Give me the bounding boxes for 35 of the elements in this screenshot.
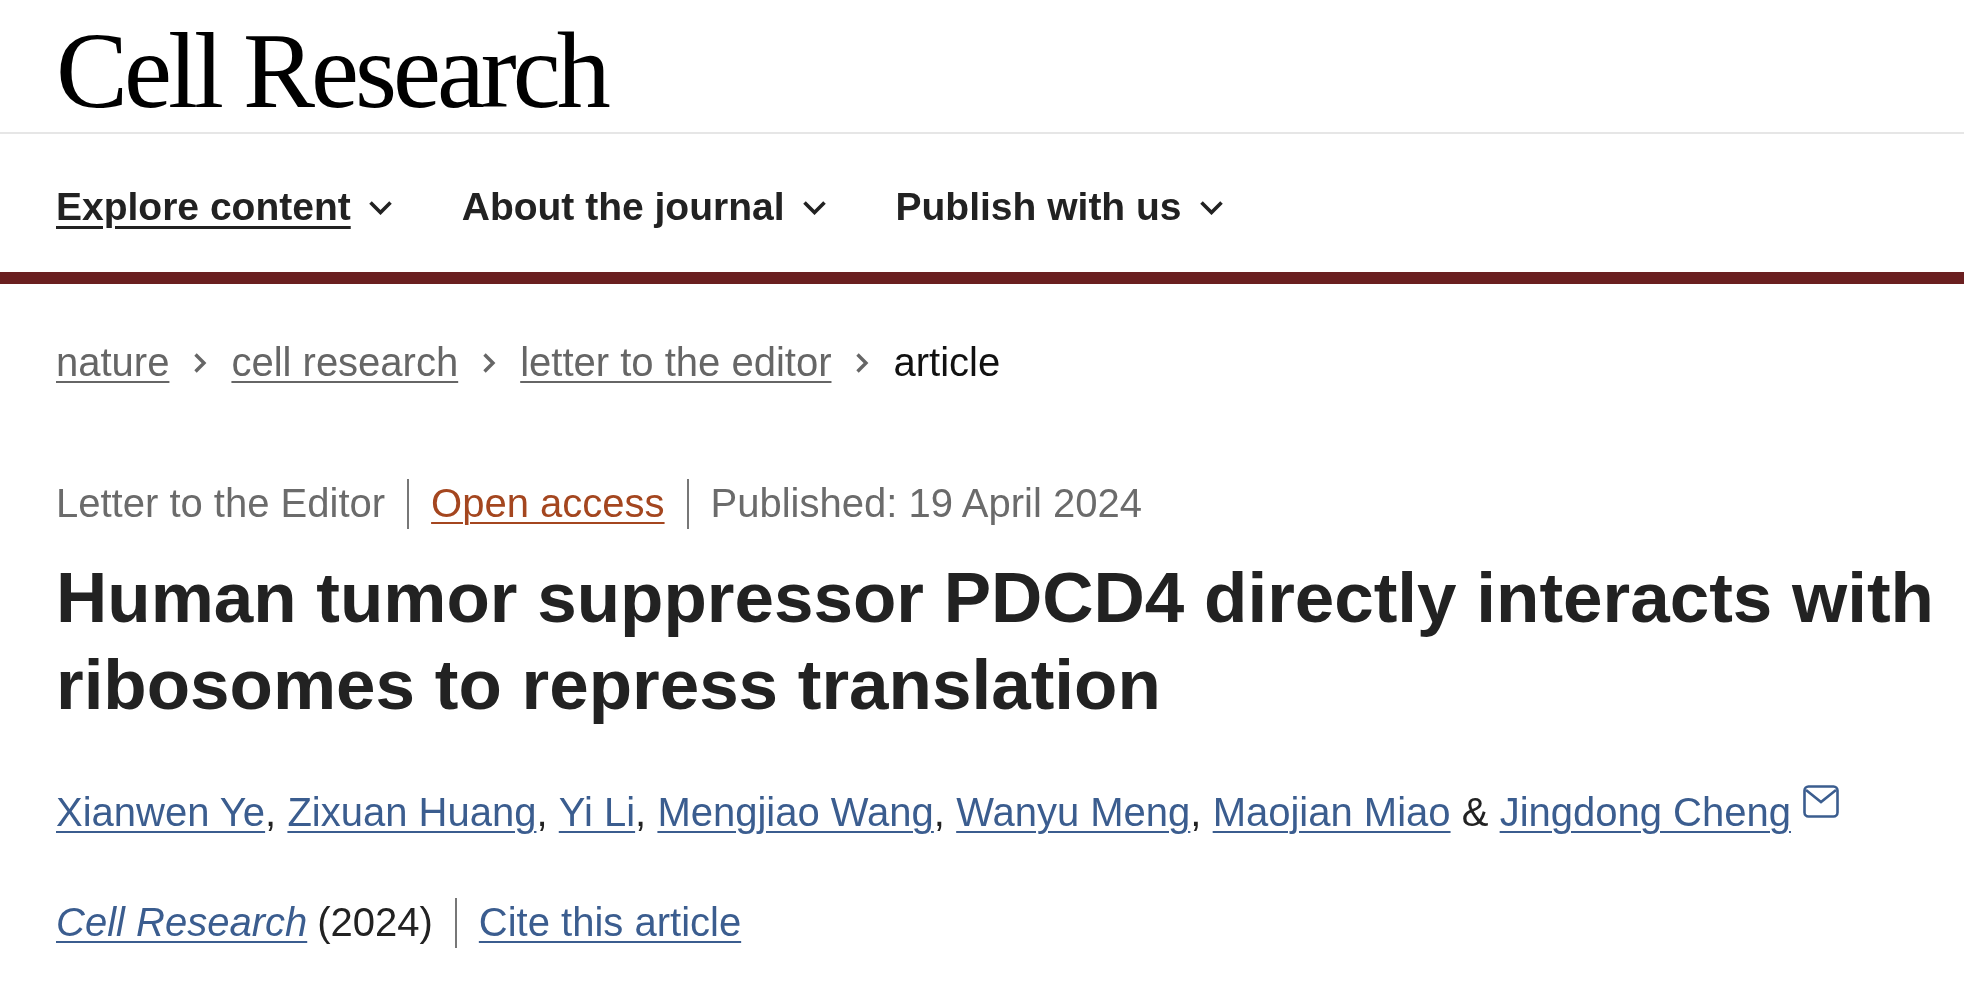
author-separator: ,	[536, 790, 548, 834]
chevron-down-icon	[1198, 199, 1224, 215]
breadcrumb-link[interactable]: cell research	[231, 334, 459, 391]
breadcrumb-link[interactable]: letter to the editor	[520, 334, 832, 391]
author-link[interactable]: Jingdong Cheng	[1499, 790, 1791, 834]
publication-year: (2024)	[317, 899, 433, 946]
journal-logo[interactable]: Cell Research	[56, 17, 607, 125]
author-separator: ,	[265, 790, 277, 834]
chevron-right-icon	[855, 351, 870, 374]
author-link[interactable]: Yi Li	[558, 790, 636, 834]
journal-link[interactable]: Cell Research	[56, 894, 308, 951]
article-type: Letter to the Editor	[56, 480, 386, 527]
author-link[interactable]: Wanyu Meng	[956, 790, 1191, 834]
publication-date: Published: 19 April 2024	[710, 480, 1142, 527]
author-link[interactable]: Maojian Miao	[1212, 790, 1451, 834]
article-title: Human tumor suppressor PDCD4 directly interacts with ribosomes to repress translation	[56, 557, 1935, 726]
nav-menu-button[interactable]: About the journal	[461, 181, 827, 233]
mail-icon[interactable]	[1803, 785, 1839, 818]
author-link[interactable]: Mengjiao Wang	[657, 790, 934, 834]
author-link[interactable]: Zixuan Huang	[287, 790, 537, 834]
chevron-right-icon	[193, 351, 208, 374]
nav-menu-button[interactable]: Publish with us	[895, 181, 1224, 233]
breadcrumb-current: article	[893, 339, 1001, 386]
chevron-down-icon	[801, 199, 827, 215]
author-separator: ,	[1190, 790, 1202, 834]
nav-menu-button[interactable]: Explore content	[56, 181, 393, 233]
author-separator: &	[1461, 790, 1489, 834]
author-separator: ,	[933, 790, 945, 834]
open-access-link[interactable]: Open access	[431, 475, 665, 532]
author-link[interactable]: Xianwen Ye	[56, 790, 266, 834]
chevron-right-icon	[482, 351, 497, 374]
chevron-down-icon	[367, 199, 393, 215]
author-separator: ,	[635, 790, 647, 834]
breadcrumb-link[interactable]: nature	[56, 334, 170, 391]
cite-link[interactable]: Cite this article	[478, 894, 742, 951]
